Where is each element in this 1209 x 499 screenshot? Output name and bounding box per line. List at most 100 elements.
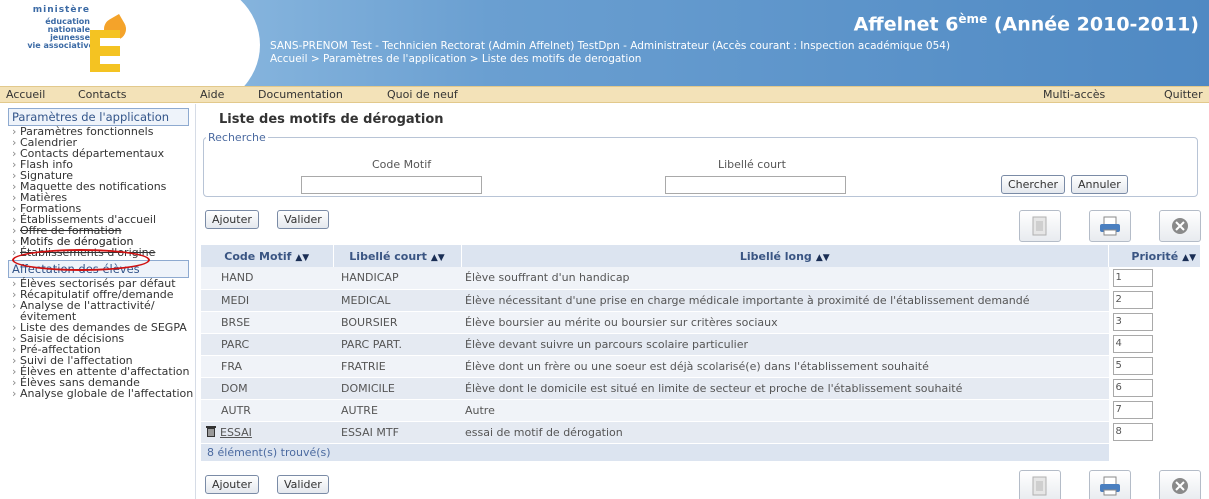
search-legend: Recherche <box>206 131 268 144</box>
cell-prio: 7 <box>1108 399 1201 422</box>
libelle-court-input[interactable] <box>665 176 846 194</box>
sidebar-list-affectation: Élèves sectorisés par défaut Récapitulat… <box>0 278 195 399</box>
user-info: SANS-PRENOM Test - Technicien Rectorat (… <box>270 40 950 66</box>
trash-icon[interactable] <box>205 425 217 438</box>
sidebar: Paramètres de l'application Paramètres f… <box>0 104 196 499</box>
cell-prio: 3 <box>1108 311 1201 334</box>
ajouter-button-bottom[interactable]: Ajouter <box>205 475 259 494</box>
col-priorite[interactable]: Priorité ▲▼ <box>1108 245 1201 267</box>
col-label: Code Motif <box>224 249 292 263</box>
cell-court: DOMICILE <box>333 377 461 400</box>
document-icon <box>1032 216 1047 236</box>
export-button-top[interactable] <box>1019 210 1061 242</box>
valider-button-bottom[interactable]: Valider <box>277 475 329 494</box>
table-row: DOM DOMICILE Élève dont le domicile est … <box>201 377 1201 400</box>
col-label: Libellé court <box>349 249 427 263</box>
sort-icon: ▲▼ <box>295 252 310 263</box>
code-motif-input[interactable] <box>301 176 482 194</box>
menu-accueil[interactable]: Accueil <box>6 88 45 101</box>
cell-court: HANDICAP <box>333 267 461 290</box>
document-icon <box>1032 476 1047 496</box>
printer-icon <box>1100 216 1120 236</box>
menu-multi-acces[interactable]: Multi-accès <box>1043 88 1105 101</box>
priority-input[interactable]: 2 <box>1112 291 1153 309</box>
sidebar-list-parametres: Paramètres fonctionnels Calendrier Conta… <box>0 126 195 258</box>
menu-aide[interactable]: Aide <box>200 88 224 101</box>
cell-prio: 6 <box>1108 377 1201 400</box>
ajouter-button-top[interactable]: Ajouter <box>205 210 259 229</box>
app-title-main: Affelnet 6 <box>853 13 959 36</box>
app-title-sup: ème <box>958 12 988 26</box>
close-button-top[interactable] <box>1159 210 1201 242</box>
col-libelle-court[interactable]: Libellé court ▲▼ <box>333 245 462 267</box>
code-link[interactable]: ESSAI <box>220 426 252 439</box>
sidebar-section-parametres[interactable]: Paramètres de l'application <box>8 108 189 126</box>
priority-input[interactable]: 7 <box>1112 401 1153 419</box>
table-header-row: Code Motif ▲▼ Libellé court ▲▼ Libellé lon… <box>201 245 1201 267</box>
menu-bar: Accueil Contacts Aide Documentation Quoi… <box>0 86 1209 103</box>
table-row: MEDI MEDICAL Élève nécessitant d'une pri… <box>201 289 1201 312</box>
table-row: HAND HANDICAP Élève souffrant d'un handi… <box>201 267 1201 290</box>
print-button-top[interactable] <box>1089 210 1131 242</box>
highlight-circle <box>12 249 150 271</box>
priority-input[interactable]: 4 <box>1112 335 1153 353</box>
header: ministère éducation nationale jeunesse v… <box>0 0 1209 86</box>
cell-court: AUTRE <box>333 399 461 422</box>
menu-quoi-de-neuf[interactable]: Quoi de neuf <box>387 88 458 101</box>
sort-icon: ▲▼ <box>430 252 445 263</box>
cell-long: Autre <box>461 399 1109 422</box>
user-line: SANS-PRENOM Test - Technicien Rectorat (… <box>270 40 951 52</box>
priority-input[interactable]: 3 <box>1112 313 1153 331</box>
close-button-bottom[interactable] <box>1159 470 1201 499</box>
sort-icon: ▲▼ <box>1182 252 1196 263</box>
col-libelle-long[interactable]: Libellé long ▲▼ <box>461 245 1109 267</box>
cell-court: ESSAI MTF <box>333 421 461 444</box>
cell-code: DOM <box>201 377 333 400</box>
priority-input[interactable]: 5 <box>1112 357 1153 375</box>
print-button-bottom[interactable] <box>1089 470 1131 499</box>
cell-court: PARC PART. <box>333 333 461 356</box>
result-count: 8 élément(s) trouvé(s) <box>201 443 1109 462</box>
cell-court: MEDICAL <box>333 289 461 312</box>
cell-code: FRA <box>201 355 333 378</box>
cell-prio: 1 <box>1108 267 1201 290</box>
motifs-table: Code Motif ▲▼ Libellé court ▲▼ Libellé lon… <box>201 245 1201 462</box>
cell-long: Élève devant suivre un parcours scolaire… <box>461 333 1109 356</box>
cell-court: BOURSIER <box>333 311 461 334</box>
export-button-bottom[interactable] <box>1019 470 1061 499</box>
cell-code: ESSAI <box>201 421 333 444</box>
chercher-button[interactable]: Chercher <box>1001 175 1066 194</box>
close-icon <box>1172 478 1188 494</box>
table-row: ESSAI ESSAI MTF essai de motif de déroga… <box>201 421 1201 444</box>
cell-prio: 5 <box>1108 355 1201 378</box>
menu-quitter[interactable]: Quitter <box>1164 88 1203 101</box>
sidebar-item[interactable]: Analyse globale de l'affectation <box>12 388 195 399</box>
menu-contacts[interactable]: Contacts <box>78 88 127 101</box>
col-label: Libellé long <box>739 249 812 263</box>
priority-input[interactable]: 8 <box>1112 423 1153 441</box>
valider-button-top[interactable]: Valider <box>277 210 329 229</box>
libelle-court-label: Libellé court <box>718 158 786 171</box>
annuler-button[interactable]: Annuler <box>1071 175 1128 194</box>
code-motif-label: Code Motif <box>372 158 432 171</box>
logo-e-icon <box>90 30 120 72</box>
sidebar-item[interactable]: Analyse de l'attractivité/évitement <box>12 300 195 322</box>
sort-icon: ▲▼ <box>815 252 830 263</box>
logo-line: ministère <box>32 5 90 15</box>
cell-code: HAND <box>201 267 333 290</box>
priority-input[interactable]: 1 <box>1112 268 1153 287</box>
menu-documentation[interactable]: Documentation <box>258 88 343 101</box>
table-row: AUTR AUTRE Autre 7 <box>201 399 1201 422</box>
logo-line: vie associative <box>27 41 94 50</box>
main-content: Liste des motifs de dérogation Recherche… <box>197 104 1209 499</box>
table-footer-row: 8 élément(s) trouvé(s) <box>201 443 1201 462</box>
priority-input[interactable]: 6 <box>1112 379 1153 397</box>
table-row: PARC PARC PART. Élève devant suivre un p… <box>201 333 1201 356</box>
page-title: Liste des motifs de dérogation <box>219 112 444 127</box>
cell-prio: 2 <box>1108 289 1201 312</box>
close-icon <box>1172 218 1188 234</box>
col-code-motif[interactable]: Code Motif ▲▼ <box>201 245 334 267</box>
cell-prio: 4 <box>1108 333 1201 356</box>
app-title-year: (Année 2010-2011) <box>993 13 1199 36</box>
cell-long: essai de motif de dérogation <box>461 421 1109 444</box>
